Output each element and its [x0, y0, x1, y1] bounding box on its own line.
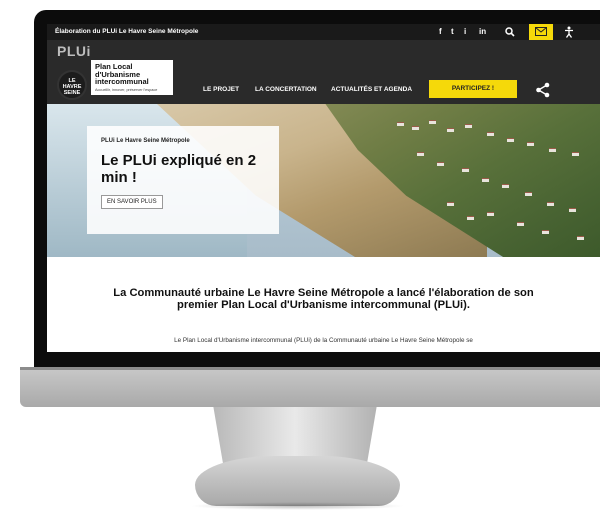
hero-kicker: PLUi Le Havre Seine Métropole [101, 138, 190, 144]
plui-tag: PLUi [57, 43, 91, 59]
nav-actualites-agenda[interactable]: ACTUALITÉS ET AGENDA [331, 86, 412, 93]
twitter-icon[interactable]: t [451, 27, 454, 36]
instagram-icon[interactable]: i [464, 27, 466, 36]
en-savoir-plus-button[interactable]: EN SAVOIR PLUS [101, 195, 163, 209]
nav-le-projet[interactable]: LE PROJET [203, 86, 239, 93]
logo-line-3: SEINE [63, 90, 81, 96]
le-havre-seine-logo[interactable]: LE HAVRE SEINE [57, 70, 87, 100]
monitor-stand-foot [195, 456, 400, 506]
hero-card: PLUi Le Havre Seine Métropole Le PLUi ex… [87, 126, 279, 234]
logo-title-line-3: intercommunal [95, 77, 149, 86]
intro-title: La Communauté urbaine Le Havre Seine Mét… [113, 287, 534, 311]
mail-icon[interactable] [529, 24, 553, 40]
monitor-chin-edge [20, 367, 600, 370]
nav-la-concertation[interactable]: LA CONCERTATION [255, 86, 317, 93]
intro-section: La Communauté urbaine Le Havre Seine Mét… [47, 257, 600, 352]
logo-tagline: Accueillir, innover, préserver l'espace [95, 87, 158, 92]
site-header: PLUi LE HAVRE SEINE Plan Local d'Urbanis… [47, 40, 600, 104]
top-bar: Élaboration du PLUi Le Havre Seine Métro… [47, 24, 600, 40]
linkedin-icon[interactable]: in [479, 27, 486, 36]
search-icon[interactable] [501, 24, 519, 40]
monitor-shadow [190, 502, 405, 510]
hero-town-image [377, 112, 600, 252]
hero-headline[interactable]: Le PLUi expliqué en 2 min ! [101, 152, 261, 186]
intro-text: Le Plan Local d'Urbanisme intercommunal … [174, 337, 473, 344]
hero-banner: PLUi Le Havre Seine Métropole Le PLUi ex… [47, 104, 600, 257]
facebook-icon[interactable]: f [439, 27, 442, 36]
monitor-chin [20, 367, 600, 407]
topbar-title: Élaboration du PLUi Le Havre Seine Métro… [55, 28, 199, 35]
share-icon[interactable] [535, 82, 551, 98]
participez-button[interactable]: PARTICIPEZ ! [429, 80, 517, 98]
accessibility-icon[interactable] [559, 24, 579, 40]
plui-logo[interactable]: Plan Local d'Urbanisme intercommunal Acc… [91, 60, 173, 95]
website-screen: Élaboration du PLUi Le Havre Seine Métro… [47, 24, 600, 352]
